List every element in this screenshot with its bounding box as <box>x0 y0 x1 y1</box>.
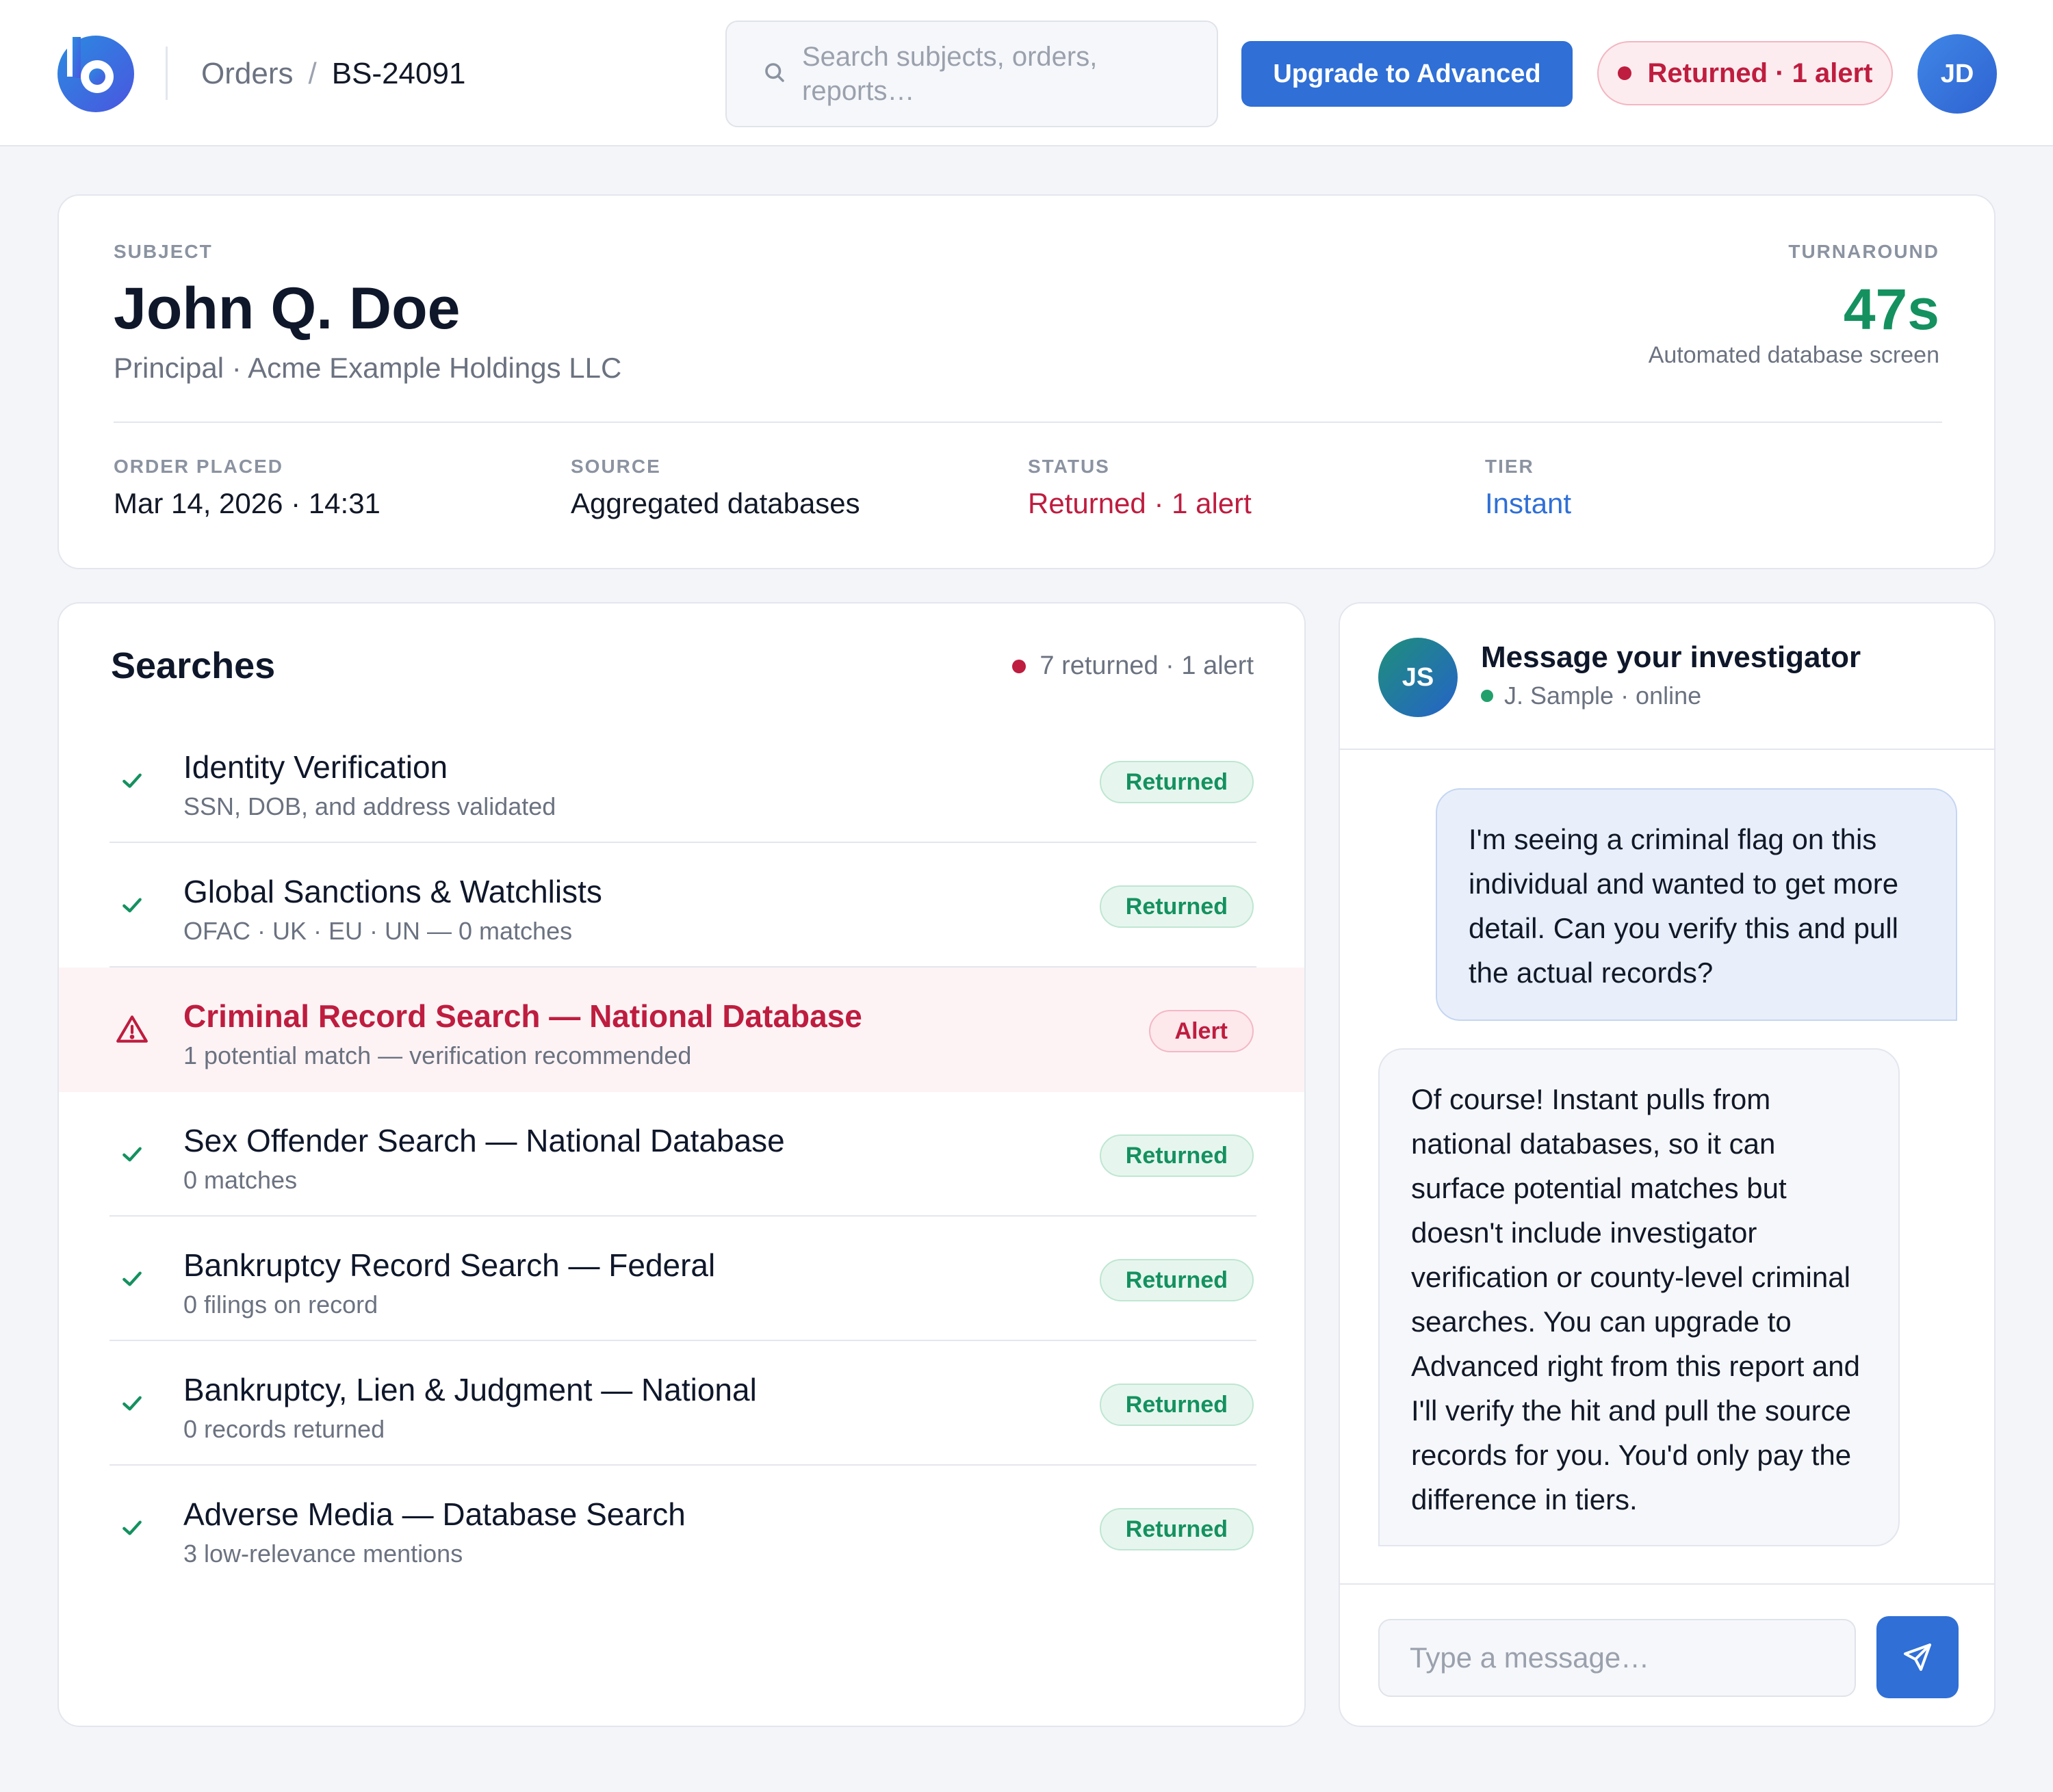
search-title: Global Sanctions & Watchlists <box>183 874 602 909</box>
order-placed-label: ORDER PLACED <box>114 456 284 477</box>
meta-source: SOURCE Aggregated databases <box>571 456 860 520</box>
user-message-bubble: I'm seeing a criminal flag on this indiv… <box>1436 788 1957 1021</box>
search-detail: 0 records returned <box>183 1415 385 1443</box>
check-icon <box>109 1132 155 1177</box>
subject-name: John Q. Doe <box>114 276 461 341</box>
warning-icon <box>109 1007 155 1052</box>
meta-order-placed: ORDER PLACED Mar 14, 2026 · 14:31 <box>114 456 380 520</box>
search-row[interactable]: Adverse Media — Database Search 3 low-re… <box>59 1466 1304 1590</box>
breadcrumb: Orders / BS-24091 <box>201 53 465 94</box>
search-row[interactable]: Global Sanctions & Watchlists OFAC · UK … <box>59 843 1304 968</box>
brand-logo-icon[interactable] <box>57 36 134 112</box>
turnaround-label: TURNAROUND <box>1788 241 1939 262</box>
search-detail: 0 filings on record <box>183 1290 378 1319</box>
status-badge: Returned <box>1099 1384 1254 1426</box>
status-badge: Alert <box>1148 1010 1254 1052</box>
header-divider <box>166 47 168 100</box>
order-placed-value: Mar 14, 2026 · 14:31 <box>114 487 380 519</box>
status-badge: Returned <box>1099 1508 1254 1550</box>
search-placeholder: Search subjects, orders, reports… <box>802 42 1098 106</box>
status-badge: Returned <box>1099 761 1254 803</box>
top-bar: Orders / BS-24091 Search subjects, order… <box>0 0 2053 146</box>
check-icon <box>109 1505 155 1550</box>
search-row[interactable]: Sex Offender Search — National Database … <box>59 1092 1304 1217</box>
search-detail: 1 potential match — verification recomme… <box>183 1041 692 1069</box>
search-row-alert[interactable]: Criminal Record Search — National Databa… <box>59 968 1304 1092</box>
breadcrumb-separator: / <box>308 57 317 90</box>
chat-footer-divider <box>1340 1583 1994 1585</box>
investigator-message-bubble: Of course! Instant pulls from national d… <box>1378 1048 1900 1546</box>
search-detail: SSN, DOB, and address validated <box>183 792 556 820</box>
search-title: Adverse Media — Database Search <box>183 1496 686 1532</box>
search-title: Bankruptcy, Lien & Judgment — National <box>183 1372 757 1407</box>
search-title: Sex Offender Search — National Database <box>183 1123 785 1158</box>
investigator-status-text: J. Sample · online <box>1504 681 1702 710</box>
investigator-avatar: JS <box>1378 638 1458 717</box>
search-title: Criminal Record Search — National Databa… <box>183 998 862 1034</box>
tier-label: TIER <box>1485 456 1534 477</box>
tier-value[interactable]: Instant <box>1485 487 1571 520</box>
source-value: Aggregated databases <box>571 487 860 519</box>
search-row[interactable]: Bankruptcy, Lien & Judgment — National 0… <box>59 1341 1304 1466</box>
check-icon <box>109 1381 155 1426</box>
chat-title: Message your investigator <box>1481 640 1861 674</box>
status-alert-pill[interactable]: Returned · 1 alert <box>1597 41 1893 105</box>
breadcrumb-orders-link[interactable]: Orders <box>201 57 293 91</box>
online-dot-icon <box>1481 690 1493 702</box>
subject-label: SUBJECT <box>114 241 213 262</box>
user-avatar[interactable]: JD <box>1918 34 1997 114</box>
upgrade-to-advanced-button[interactable]: Upgrade to Advanced <box>1241 41 1573 107</box>
search-row[interactable]: Identity Verification SSN, DOB, and addr… <box>59 718 1304 843</box>
searches-summary-text: 7 returned · 1 alert <box>1040 651 1254 680</box>
status-badge: Returned <box>1099 1259 1254 1301</box>
check-icon <box>109 883 155 928</box>
breadcrumb-current-order: BS-24091 <box>331 57 466 90</box>
send-message-button[interactable] <box>1876 1616 1959 1698</box>
status-alert-pill-label: Returned · 1 alert <box>1647 57 1873 88</box>
turnaround-description: Automated database screen <box>1648 342 1939 368</box>
check-icon <box>109 1256 155 1301</box>
status-label: STATUS <box>1028 456 1110 477</box>
check-icon <box>109 758 155 803</box>
status-badge: Returned <box>1099 885 1254 928</box>
searches-card: Searches 7 returned · 1 alert Identity V… <box>57 602 1306 1727</box>
status-badge: Returned <box>1099 1134 1254 1177</box>
search-detail: OFAC · UK · EU · UN — 0 matches <box>183 917 573 945</box>
send-icon <box>1904 1644 1931 1671</box>
chat-header: JS Message your investigator J. Sample ·… <box>1340 603 1994 750</box>
meta-status: STATUS Returned · 1 alert <box>1028 456 1252 520</box>
subject-role: Principal · Acme Example Holdings LLC <box>114 352 622 384</box>
turnaround-value: 47s <box>1843 277 1939 341</box>
summary-divider <box>114 421 1942 423</box>
source-label: SOURCE <box>571 456 661 477</box>
meta-tier: TIER Instant <box>1485 456 1571 520</box>
search-icon <box>765 63 784 82</box>
search-detail: 0 matches <box>183 1166 298 1194</box>
searches-summary: 7 returned · 1 alert <box>1012 651 1254 681</box>
search-title: Bankruptcy Record Search — Federal <box>183 1247 716 1283</box>
subject-summary-card: SUBJECT John Q. Doe Principal · Acme Exa… <box>57 194 1996 569</box>
alert-dot-icon <box>1012 659 1026 673</box>
status-value: Returned · 1 alert <box>1028 487 1252 519</box>
global-search-input[interactable]: Search subjects, orders, reports… <box>725 21 1218 127</box>
investigator-chat-card: JS Message your investigator J. Sample ·… <box>1339 602 1996 1727</box>
message-input[interactable] <box>1378 1619 1856 1697</box>
investigator-status: J. Sample · online <box>1481 681 1701 710</box>
search-row[interactable]: Bankruptcy Record Search — Federal 0 fil… <box>59 1217 1304 1341</box>
search-title: Identity Verification <box>183 749 448 785</box>
search-detail: 3 low-relevance mentions <box>183 1540 463 1568</box>
searches-title: Searches <box>111 645 276 686</box>
alert-dot-icon <box>1617 66 1631 80</box>
